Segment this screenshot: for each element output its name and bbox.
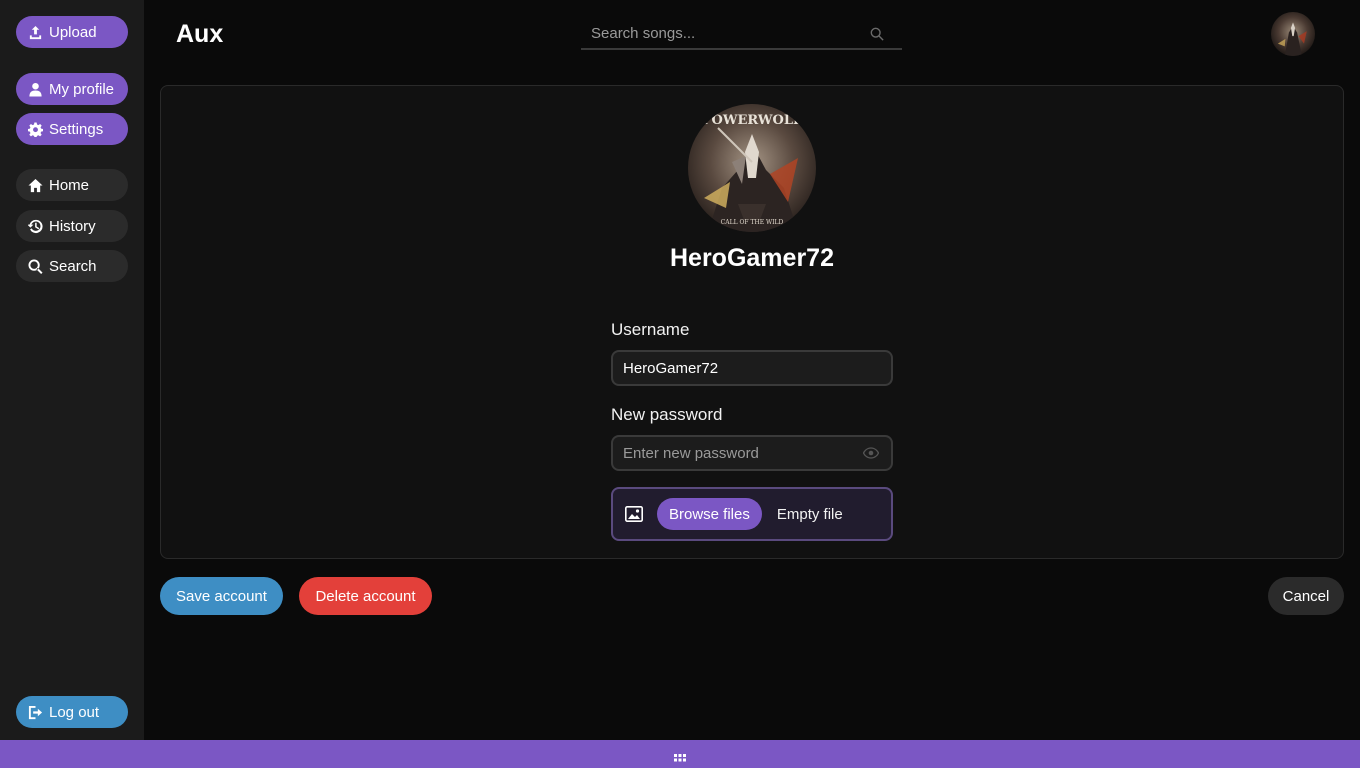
password-field [611,435,893,471]
username-field [611,350,893,386]
logout-button[interactable]: Log out [16,696,128,728]
my-profile-label: My profile [49,80,115,98]
sidebar: Upload My profile Settings Home History … [0,0,144,740]
top-bar: Aux [144,0,1360,70]
my-profile-button[interactable]: My profile [16,73,128,105]
nav-history[interactable]: History [16,210,128,242]
save-account-button[interactable]: Save account [160,577,283,615]
gear-icon [28,121,43,137]
logout-icon [28,705,43,719]
profile-panel: POWERWOLF CALL OF THE WILD HeroGamer72 U… [160,85,1344,559]
username-label: Username [611,320,690,339]
history-icon [28,219,43,233]
settings-button[interactable]: Settings [16,113,128,145]
home-icon [28,178,43,192]
search-bar [581,19,902,50]
nav-search-label: Search [49,257,97,275]
image-icon [625,506,643,522]
logout-label: Log out [49,703,100,721]
search-icon [28,258,43,274]
nav-search[interactable]: Search [16,250,128,282]
bottom-bar[interactable] [0,740,1360,768]
delete-account-button[interactable]: Delete account [299,577,432,615]
user-icon [29,82,42,97]
upload-label: Upload [49,23,97,41]
grid-menu-icon[interactable] [674,754,686,762]
eye-icon[interactable] [863,447,879,459]
avatar-band-logo: POWERWOLF [702,113,803,128]
avatar-album-title: CALL OF THE WILD [721,219,784,226]
app-title: Aux [176,20,224,48]
upload-icon [29,25,42,39]
upload-button[interactable]: Upload [16,16,128,48]
password-label: New password [611,405,723,424]
username-input[interactable] [613,359,843,377]
nav-home[interactable]: Home [16,169,128,201]
nav-home-label: Home [49,176,90,194]
cancel-button[interactable]: Cancel [1268,577,1344,615]
profile-avatar: POWERWOLF CALL OF THE WILD [688,104,816,232]
file-status: Empty file [776,505,843,523]
profile-display-name: HeroGamer72 [670,244,834,272]
nav-history-label: History [49,217,96,235]
avatar[interactable] [1271,12,1315,56]
file-picker: Browse files Empty file [611,487,893,541]
search-icon[interactable] [870,27,884,41]
password-input[interactable] [613,444,843,462]
search-input[interactable] [581,25,851,42]
browse-files-button[interactable]: Browse files [657,498,762,530]
settings-label: Settings [49,120,104,138]
